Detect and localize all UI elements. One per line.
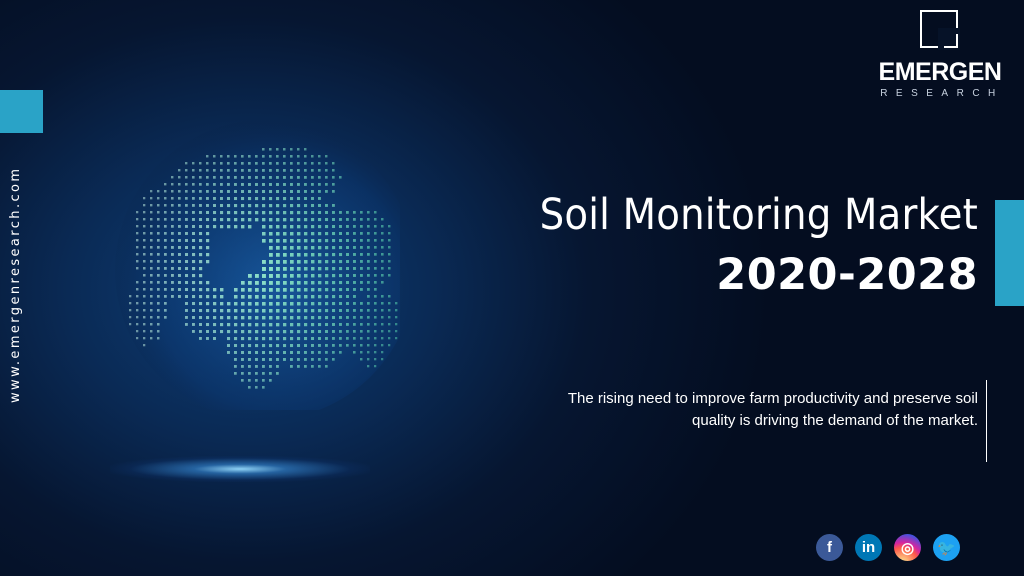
logo-name: EMERGEN <box>878 58 1002 86</box>
accent-square <box>0 90 43 133</box>
globe-image <box>90 110 415 420</box>
title-accent-bar <box>995 200 1024 306</box>
globe-glow <box>110 456 370 482</box>
year-range: 2020-2028 <box>716 250 978 300</box>
social-links: f in ◎ 🐦 <box>816 534 960 562</box>
description-line-1: The rising need to improve farm producti… <box>567 390 978 407</box>
page-title: Soil Monitoring Market <box>539 190 978 240</box>
description: The rising need to improve farm producti… <box>458 388 978 432</box>
twitter-icon[interactable]: 🐦 <box>933 534 960 561</box>
emergen-logo[interactable]: EMERGEN RESEARCH <box>870 10 1010 100</box>
website-url[interactable]: www.emergenresearch.com <box>8 140 28 430</box>
facebook-icon[interactable]: f <box>816 534 843 561</box>
dotted-globe-graphic <box>115 120 415 420</box>
instagram-icon[interactable]: ◎ <box>894 534 921 561</box>
logo-subtitle: RESEARCH <box>880 88 1004 99</box>
description-line-2: quality is driving the demand of the mar… <box>692 412 978 429</box>
logo-mark <box>920 10 960 50</box>
linkedin-icon[interactable]: in <box>855 534 882 561</box>
description-divider <box>986 380 987 462</box>
